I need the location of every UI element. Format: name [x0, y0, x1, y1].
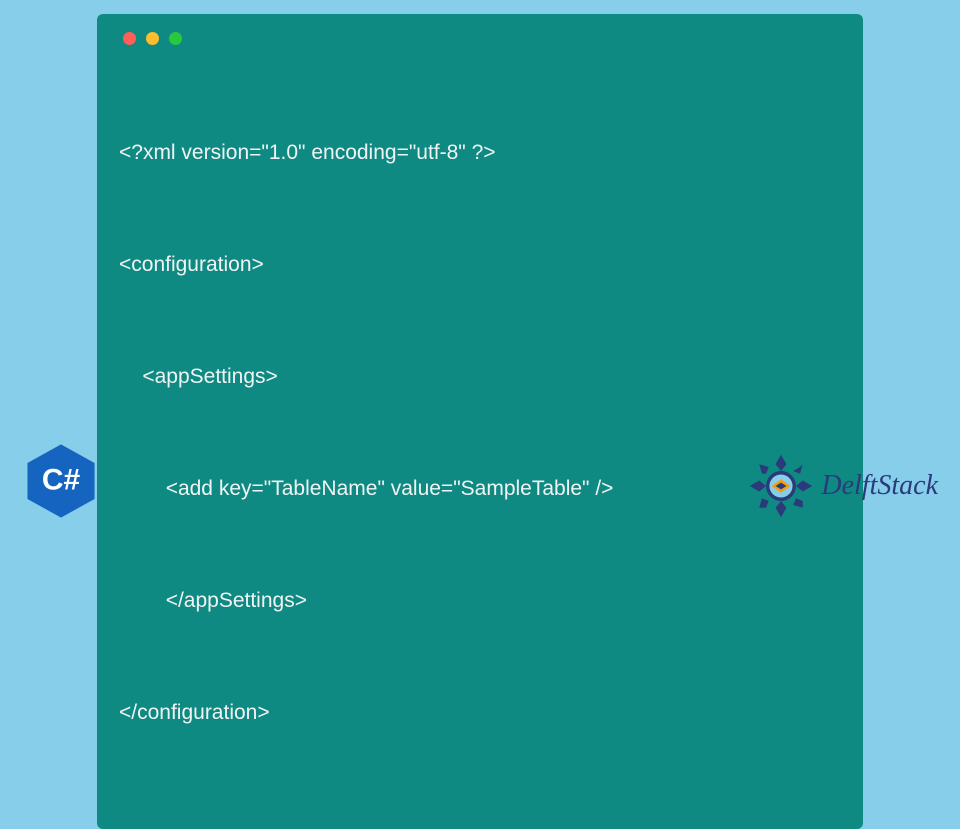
csharp-badge: C#	[22, 442, 100, 520]
code-line: <?xml version="1.0" encoding="utf-8" ?>	[119, 134, 841, 171]
code-window: <?xml version="1.0" encoding="utf-8" ?> …	[97, 14, 863, 829]
csharp-label: C#	[42, 463, 80, 497]
window-traffic-lights	[123, 32, 841, 45]
minimize-icon	[146, 32, 159, 45]
delftstack-logo: DelftStack	[747, 452, 938, 520]
code-line: </appSettings>	[119, 582, 841, 619]
code-line: <appSettings>	[119, 358, 841, 395]
code-block: <?xml version="1.0" encoding="utf-8" ?> …	[119, 59, 841, 807]
hexagon-icon: C#	[22, 442, 100, 520]
ornament-icon	[747, 452, 815, 520]
brand-name: DelftStack	[821, 470, 938, 502]
code-line: <add key="TableName" value="SampleTable"…	[119, 470, 841, 507]
code-line: <configuration>	[119, 246, 841, 283]
code-line: </configuration>	[119, 694, 841, 731]
close-icon	[123, 32, 136, 45]
maximize-icon	[169, 32, 182, 45]
